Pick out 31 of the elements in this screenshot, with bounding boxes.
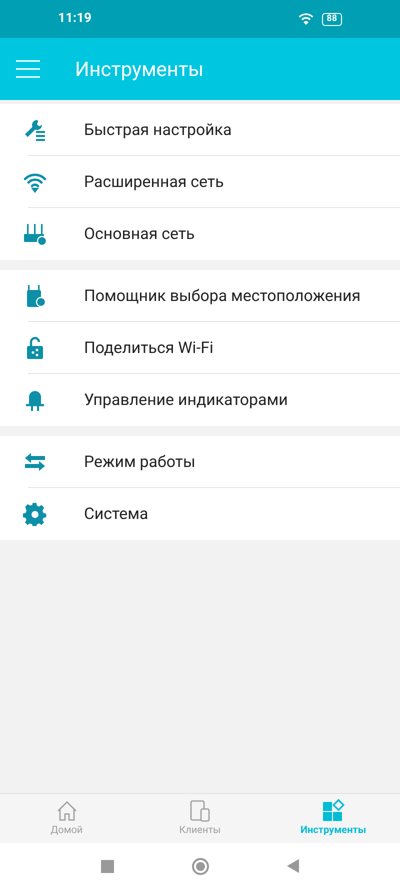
menu-item[interactable]: Основная сеть [0,208,400,260]
devices-icon [188,799,212,823]
menu-item-label: Поделиться Wi-Fi [84,337,214,359]
menu-item[interactable]: Система [0,488,400,540]
settings-icon [23,502,47,526]
menu-item-label: Управление индикаторами [84,389,288,411]
time: 11:19 [58,10,92,28]
menu-item-label: Помощник выбора местоположения [84,285,361,307]
wifi-icon [298,13,314,25]
menu-item[interactable]: Помощник выбора местоположения [0,270,400,322]
menu-item-label: Основная сеть [84,223,195,245]
recent-apps-icon[interactable] [101,860,114,872]
swap-arrows-icon [23,450,47,474]
menu-item[interactable]: Управление индикаторами [0,374,400,426]
menu-icon[interactable] [16,60,40,78]
router-icon [23,222,47,246]
menu-item[interactable]: Режим работы [0,436,400,488]
menu-item-label: Система [84,503,148,525]
tools-icon [321,799,346,823]
menu-item[interactable]: Поделиться Wi-Fi [0,322,400,374]
menu-item-label: Расширенная сеть [84,171,224,193]
menu-item[interactable]: Расширенная сеть [0,156,400,208]
screen-title: Инструменты [75,56,204,83]
menu-item-label: Режим работы [84,451,196,473]
led-icon [23,388,47,412]
menu-item-label: Быстрая настройка [84,119,232,141]
home-button-icon[interactable] [192,858,209,874]
wrench-icon [23,118,47,142]
battery-indicator: 88 [322,12,342,26]
back-icon[interactable] [287,859,299,873]
menu-item[interactable]: Быстрая настройка [0,104,400,156]
